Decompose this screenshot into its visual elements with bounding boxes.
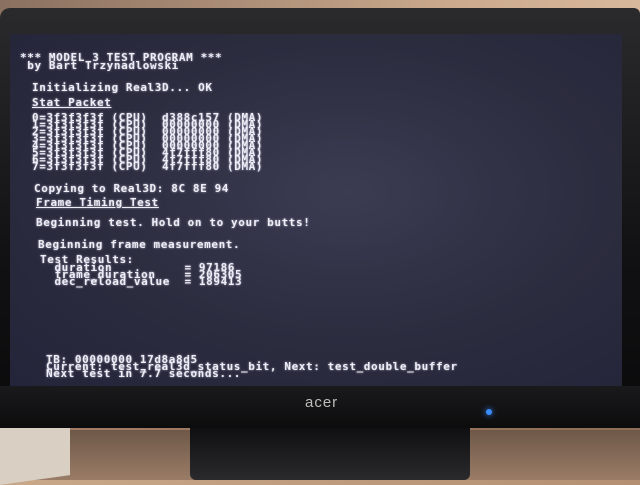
terminal-line: dec_reload_value = 189413 — [40, 275, 243, 288]
terminal-line: Beginning test. Hold on to your butts! — [36, 216, 311, 229]
terminal-line: Next test in 7.7 seconds... — [46, 367, 242, 380]
brand-logo: acer — [305, 394, 339, 411]
monitor-stand — [190, 428, 470, 480]
section-heading: Frame Timing Test — [36, 196, 159, 209]
power-led-icon[interactable] — [486, 409, 492, 415]
section-heading: Stat Packet — [32, 96, 112, 109]
terminal-line: Initializing Real3D... OK — [32, 81, 213, 94]
terminal-line: Copying to Real3D: 8C 8E 94 — [34, 182, 230, 195]
terminal-screen: *** MODEL 3 TEST PROGRAM *** by Bart Trz… — [10, 34, 622, 386]
terminal-line: Beginning frame measurement. — [38, 238, 241, 251]
terminal-line: 7=3f3f3f3f (CPU) 4f7fff80 (DMA) — [32, 160, 264, 173]
terminal-line: by Bart Trzynadlowski — [20, 59, 179, 72]
